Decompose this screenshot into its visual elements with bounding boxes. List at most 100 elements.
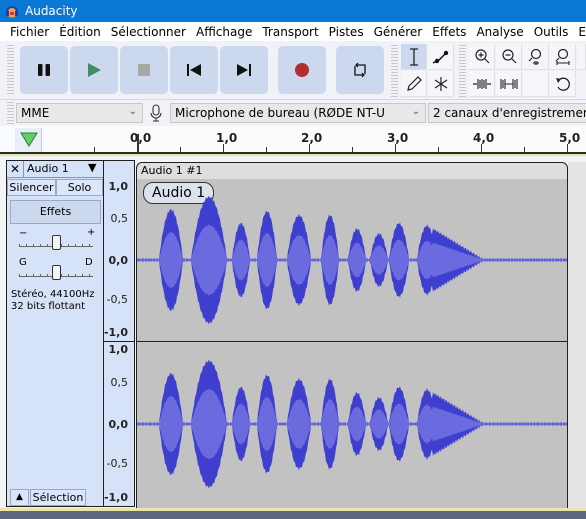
undo-button[interactable] [550, 71, 576, 97]
transport-toolbar-grip[interactable] [7, 45, 14, 95]
i-beam-icon [409, 47, 418, 66]
playhead-triangle-icon [20, 132, 38, 147]
ruler-tick [223, 144, 224, 152]
undo-icon [555, 77, 570, 91]
play-head-button[interactable] [15, 128, 42, 152]
pause-button[interactable] [20, 46, 68, 94]
menu-transport[interactable]: Transport [257, 25, 323, 39]
silence-selection-button[interactable] [496, 71, 522, 97]
track-bit-depth: 32 bits flottant [11, 301, 85, 312]
audio-clip[interactable]: Audio 1 #1 Audio 1 [136, 162, 568, 509]
select-track-button[interactable]: Sélection [30, 489, 86, 506]
vruler-label: -1,0 [103, 491, 128, 504]
loop-icon [354, 62, 366, 78]
solo-button[interactable]: Solo [56, 179, 103, 196]
title-bar: Audacity [0, 0, 586, 22]
ruler-tick [309, 144, 310, 152]
loop-button[interactable] [336, 46, 384, 94]
track-menu-dropdown-icon[interactable]: ▼ [88, 161, 96, 174]
asterisk-icon [434, 76, 447, 91]
pan-slider-thumb[interactable] [52, 265, 61, 280]
ruler-label: 0,0 [130, 131, 152, 145]
envelope-tool-button[interactable] [428, 44, 454, 70]
track-area-bottom-border [0, 508, 586, 511]
waveform[interactable] [137, 163, 567, 508]
fit-selection-button[interactable] [523, 44, 549, 70]
audio-host-select[interactable]: MME ⌄ [16, 103, 143, 123]
audio-host-value: MME [21, 106, 50, 120]
menu-affichage[interactable]: Affichage [191, 25, 257, 39]
menu-generer[interactable]: Générer [369, 25, 428, 39]
multi-tool-button[interactable] [428, 71, 454, 97]
close-track-button[interactable]: ✕ [7, 161, 24, 178]
edit-toolbar-grip[interactable] [459, 45, 466, 97]
menu-analyse[interactable]: Analyse [471, 25, 528, 39]
zoom-out-button[interactable] [496, 44, 522, 70]
track-control-panel: ✕ Audio 1 ▼ Silencer Solo Effets − + G D… [6, 160, 104, 507]
trim-icon [472, 78, 491, 89]
menu-extra[interactable]: Extra [573, 25, 586, 39]
ruler-tick [524, 147, 525, 152]
ruler-tick [94, 147, 95, 152]
play-button[interactable] [70, 46, 118, 94]
pencil-icon [406, 75, 422, 91]
ruler-tick [266, 147, 267, 152]
menu-bar: Fichier Édition Sélectionner Affichage T… [0, 22, 586, 41]
gain-slider-thumb[interactable] [52, 235, 61, 250]
tools-toolbar-grip[interactable] [391, 45, 398, 97]
gain-minus-label: − [19, 228, 28, 239]
more-edit-button[interactable] [577, 44, 586, 70]
ruler-tick [395, 144, 396, 152]
skip-to-start-button[interactable] [170, 46, 218, 94]
track-header: ✕ Audio 1 ▼ [7, 161, 103, 178]
vruler-label: -1,0 [103, 326, 128, 339]
fit-selection-icon [528, 48, 541, 65]
menu-effets[interactable]: Effets [427, 25, 471, 39]
recording-device-select[interactable]: Microphone de bureau (RØDE NT-U ⌄ [170, 103, 426, 123]
trim-outside-button[interactable] [469, 71, 495, 97]
draw-tool-button[interactable] [401, 71, 427, 97]
zoom-in-button[interactable] [469, 44, 495, 70]
edit-spacer [523, 71, 549, 97]
ruler-tick [352, 147, 353, 152]
skip-end-icon [237, 64, 251, 76]
device-toolbar-grip[interactable] [7, 102, 14, 124]
menu-selectionner[interactable]: Sélectionner [106, 25, 191, 39]
menu-outils[interactable]: Outils [529, 25, 574, 39]
toolbar-area [0, 41, 586, 100]
menu-edition[interactable]: Édition [54, 25, 106, 39]
collapse-track-button[interactable]: ▲ [10, 489, 29, 506]
menu-pistes[interactable]: Pistes [324, 25, 369, 39]
waveform-rms [137, 388, 567, 460]
vertical-ruler[interactable]: 1,0 0,5 0,0 -0,5 -1,0 1,0 0,5 0,0 -0,5 -… [104, 160, 135, 507]
selection-tool-button[interactable] [401, 44, 427, 70]
mute-button[interactable]: Silencer [7, 179, 56, 196]
record-button[interactable] [278, 46, 326, 94]
track-info: Stéréo, 44100Hz 32 bits flottant [11, 289, 95, 313]
fit-project-button[interactable] [550, 44, 576, 70]
vruler-label: -0,5 [106, 457, 128, 470]
zoom-in-icon [474, 48, 489, 63]
envelope-icon [432, 50, 448, 64]
ruler-label: 1,0 [216, 131, 238, 145]
track-format: Stéréo, 44100Hz [11, 289, 95, 300]
vruler-label: 0,0 [108, 418, 129, 431]
ruler-tick [438, 147, 439, 152]
ruler-tick [481, 144, 482, 152]
vruler-label: 1,0 [108, 343, 129, 356]
track-area-right-margin [568, 162, 586, 509]
track-name[interactable]: Audio 1 [27, 162, 69, 175]
pan-right-label: D [85, 257, 93, 268]
vruler-label: -0,5 [106, 293, 128, 306]
play-icon [88, 63, 101, 77]
pause-icon [38, 64, 50, 76]
recording-channels-select[interactable]: 2 canaux d'enregistrement ( [428, 103, 586, 123]
left-channel-waveform [137, 195, 567, 325]
stop-button[interactable] [120, 46, 168, 94]
skip-to-end-button[interactable] [220, 46, 268, 94]
menu-fichier[interactable]: Fichier [0, 25, 54, 39]
timeline-ruler[interactable]: 0,0 1,0 2,0 3,0 4,0 5,0 [0, 126, 586, 154]
device-toolbar: MME ⌄ Microphone de bureau (RØDE NT-U ⌄ … [0, 100, 586, 126]
effects-button[interactable]: Effets [10, 200, 101, 224]
vruler-label: 0,5 [110, 212, 129, 225]
